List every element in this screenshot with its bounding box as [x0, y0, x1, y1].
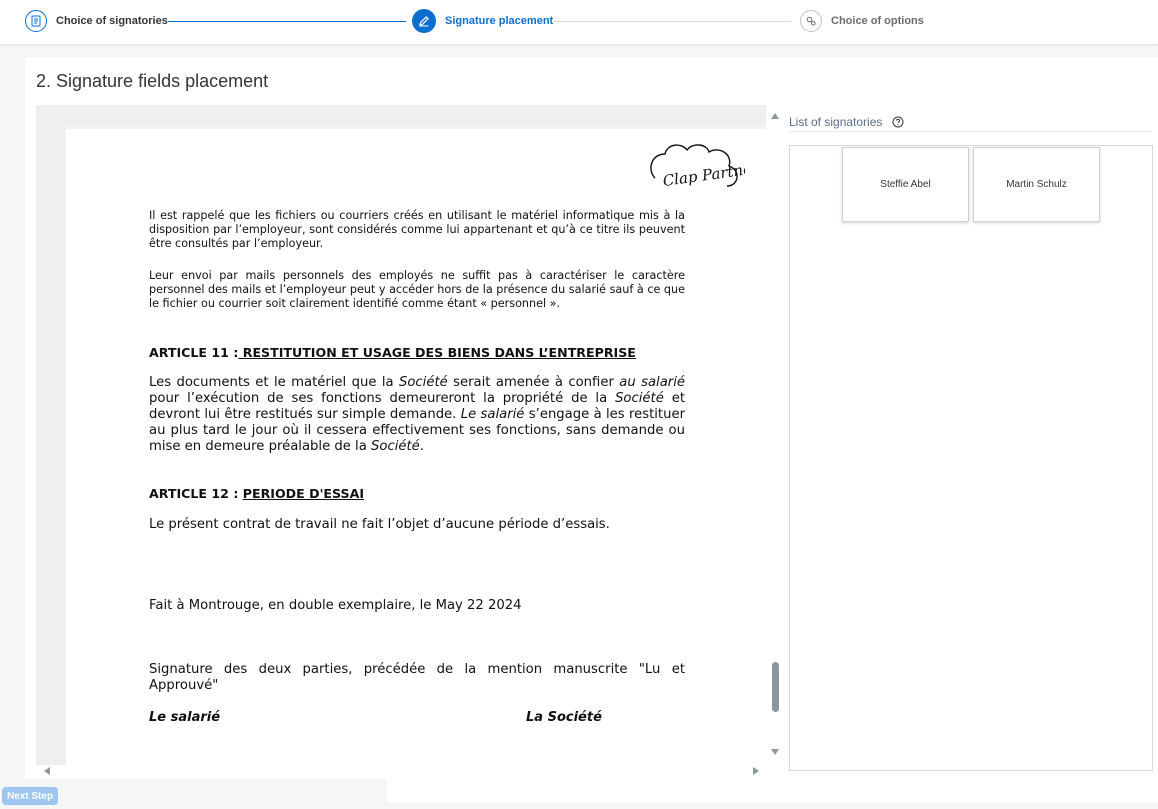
article-number: ARTICLE 12 :: [149, 486, 239, 501]
wizard-step-label: Choice of signatories: [56, 15, 168, 27]
signatory-card[interactable]: Steffie Abel: [842, 147, 969, 222]
article-heading: ARTICLE 11 : RESTITUTION ET USAGE DES BI…: [149, 345, 685, 360]
scroll-left-arrow[interactable]: [44, 767, 50, 775]
wizard-connector: [553, 21, 791, 22]
wizard-header: Choice of signatories Signature placemen…: [0, 0, 1158, 44]
pencil-icon: [412, 9, 436, 33]
article-heading: ARTICLE 12 : PERIODE D'ESSAI: [149, 486, 685, 501]
document-paragraph: Il est rappelé que les fichiers ou courr…: [149, 209, 685, 250]
wizard-step-signature-placement[interactable]: Signature placement: [412, 9, 553, 33]
wizard-connector: [168, 21, 406, 22]
signatories-header-label: List of signatories: [789, 114, 883, 129]
document-icon: [25, 10, 47, 32]
scroll-down-arrow[interactable]: [771, 749, 779, 755]
vertical-scrollbar-thumb[interactable]: [772, 662, 779, 712]
settings-icon: [800, 10, 822, 32]
company-logo: Clap Partners: [650, 144, 745, 190]
wizard-step-choice-of-signatories[interactable]: Choice of signatories: [25, 9, 168, 33]
page-title: 2. Signature fields placement: [36, 71, 269, 91]
help-icon[interactable]: [892, 116, 904, 128]
signature-party-employee: Le salarié: [149, 710, 221, 725]
signature-note: Signature des deux parties, précédée de …: [149, 662, 685, 693]
signatory-card[interactable]: Martin Schulz: [973, 147, 1100, 222]
wizard-step-choice-of-options[interactable]: Choice of options: [800, 9, 924, 33]
place-date: Fait à Montrouge, en double exemplaire, …: [149, 598, 522, 613]
signatories-list: [789, 145, 1153, 771]
article-title: PERIODE D'ESSAI: [242, 486, 365, 501]
scroll-right-arrow[interactable]: [753, 767, 759, 775]
document-paragraph: Leur envoi par mails personnels des empl…: [149, 269, 685, 310]
document-paragraph: Le présent contrat de travail ne fait l’…: [149, 517, 610, 532]
footer-bar: [0, 779, 387, 803]
scroll-up-arrow[interactable]: [771, 113, 779, 119]
document-paragraph: Les documents et le matériel que la Soci…: [149, 375, 685, 454]
next-step-button[interactable]: Next Step: [2, 787, 58, 805]
article-title: RESTITUTION ET USAGE DES BIENS DANS L’EN…: [238, 345, 636, 360]
wizard-step-label: Signature placement: [445, 15, 554, 27]
signatories-header: List of signatories: [789, 112, 1151, 132]
signature-party-company: La Société: [526, 710, 602, 725]
article-number: ARTICLE 11 :: [149, 345, 239, 360]
wizard-step-label: Choice of options: [831, 15, 924, 27]
